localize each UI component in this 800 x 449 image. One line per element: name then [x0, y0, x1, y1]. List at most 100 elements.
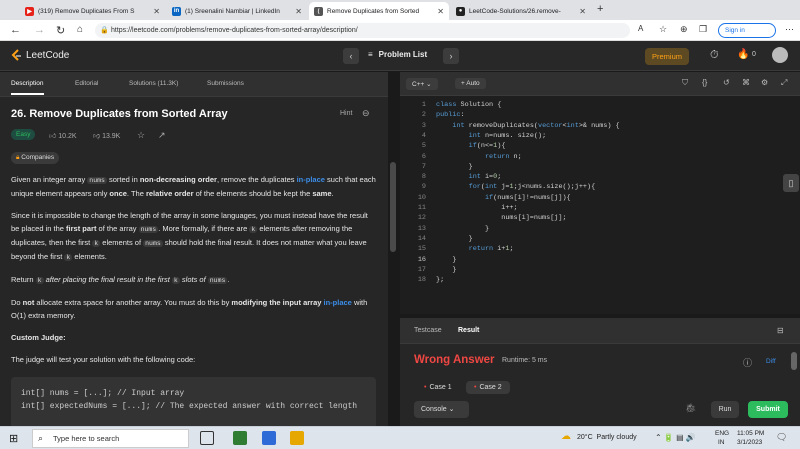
- home-icon[interactable]: ⌂: [77, 24, 83, 35]
- line-number: 16: [417, 255, 426, 264]
- console-label: Console: [421, 406, 447, 413]
- dislikes[interactable]: 👎︎ 13.9K: [93, 131, 120, 140]
- braces-icon[interactable]: {}: [702, 78, 707, 87]
- prev-problem-button[interactable]: ‹: [343, 48, 359, 64]
- scrollbar-thumb[interactable]: [390, 162, 396, 252]
- companies-label: Companies: [21, 154, 55, 161]
- close-icon[interactable]: ✕: [295, 7, 302, 16]
- premium-button[interactable]: Premium: [645, 48, 689, 65]
- reset-icon[interactable]: ↺: [723, 78, 730, 87]
- word-icon[interactable]: [262, 431, 276, 445]
- close-icon[interactable]: ✕: [153, 7, 160, 16]
- keyboard-indicator[interactable]: IN: [718, 439, 725, 446]
- weather-icon[interactable]: ☁: [561, 431, 571, 442]
- run-button[interactable]: Run: [711, 401, 739, 418]
- tab-solutions[interactable]: Solutions (11.3K): [129, 80, 178, 87]
- settings-icon[interactable]: ⚙: [761, 78, 768, 87]
- browser-tab-github[interactable]: ● LeetCode-Solutions/26.remove- ✕: [451, 2, 591, 20]
- close-icon[interactable]: ✕: [579, 7, 586, 16]
- code-line[interactable]: int removeDuplicates(vector<int>& nums) …: [436, 121, 619, 131]
- avatar[interactable]: [772, 47, 788, 63]
- problem-list-button[interactable]: ≡ Problem List: [368, 50, 427, 59]
- language-select[interactable]: C++ ⌄: [406, 78, 438, 90]
- code-line[interactable]: public:: [436, 110, 465, 120]
- extensions-icon[interactable]: ⊕: [680, 24, 688, 35]
- code-line[interactable]: return n;: [436, 152, 522, 162]
- fire-icon[interactable]: 🔥: [737, 49, 749, 60]
- taskbar-search[interactable]: ⌕ Type here to search: [32, 429, 189, 448]
- leetcode-logo[interactable]: LeetCode: [11, 49, 69, 62]
- clock-date[interactable]: 3/1/2023: [737, 439, 762, 446]
- info-icon[interactable]: ⓘ: [743, 356, 752, 369]
- collections-icon[interactable]: ❐: [699, 24, 707, 35]
- tab-result[interactable]: Result: [458, 327, 479, 334]
- code-line[interactable]: nums[i]=nums[j];: [436, 213, 566, 223]
- code-line[interactable]: class Solution {: [436, 100, 501, 110]
- read-aloud-icon[interactable]: A: [638, 24, 643, 33]
- scrollbar-thumb[interactable]: [791, 352, 797, 370]
- tab-description[interactable]: Description: [11, 80, 44, 95]
- auto-toggle[interactable]: + Auto: [455, 78, 486, 89]
- diff-toggle[interactable]: Diff: [766, 358, 776, 365]
- forward-icon[interactable]: →: [34, 24, 45, 36]
- file-explorer-icon[interactable]: [290, 431, 304, 445]
- info-icon[interactable]: ⊖: [362, 108, 370, 119]
- chevron-down-icon: ⌄: [426, 81, 432, 88]
- code-line[interactable]: for(int j=1;j<nums.size();j++){: [436, 182, 596, 192]
- code-line[interactable]: return i+1;: [436, 244, 514, 254]
- favorite-icon[interactable]: ☆: [659, 24, 667, 35]
- problem-list-label: Problem List: [378, 50, 428, 59]
- submit-button[interactable]: Submit: [748, 401, 788, 418]
- code-line[interactable]: }: [436, 224, 489, 234]
- panel-resize-handle[interactable]: [388, 72, 400, 449]
- share-icon[interactable]: ↗: [158, 130, 166, 141]
- console-button[interactable]: Console ⌄: [414, 401, 469, 418]
- collapse-icon[interactable]: ⊟: [777, 326, 784, 335]
- task-view-icon[interactable]: [200, 431, 214, 445]
- language-indicator[interactable]: ENG: [715, 430, 729, 437]
- code-line[interactable]: i++;: [436, 203, 517, 213]
- tray-icons[interactable]: ⌃ 🔋 ▤ 🔊: [655, 433, 696, 442]
- debug-icon[interactable]: 🐞︎: [685, 403, 696, 414]
- bookmark-icon[interactable]: ⛉: [682, 78, 688, 88]
- tab-testcase[interactable]: Testcase: [414, 327, 442, 334]
- next-problem-button[interactable]: ›: [443, 48, 459, 64]
- case-2-tab[interactable]: • Case 2: [466, 381, 510, 394]
- case-1-tab[interactable]: • Case 1: [416, 381, 460, 394]
- edge-icon[interactable]: [233, 431, 247, 445]
- code-line[interactable]: };: [436, 275, 444, 285]
- star-icon[interactable]: ☆: [137, 130, 145, 141]
- windows-start-icon[interactable]: ⊞: [9, 432, 18, 445]
- code-line[interactable]: }: [436, 162, 473, 172]
- code-line[interactable]: }: [436, 255, 456, 265]
- close-icon[interactable]: ✕: [437, 7, 444, 16]
- likes[interactable]: 👍︎ 10.2K: [49, 131, 77, 140]
- tab-editorial[interactable]: Editorial: [75, 80, 98, 87]
- sign-in-button[interactable]: Sign in: [718, 23, 776, 38]
- code-line[interactable]: }: [436, 265, 456, 275]
- refresh-icon[interactable]: ↻: [56, 24, 65, 37]
- code-line[interactable]: int n=nums. size();: [436, 131, 547, 141]
- browser-tab-linkedin[interactable]: in (1) Sreenalini Nambiar | LinkedIn ✕: [167, 2, 307, 20]
- browser-tab-leetcode[interactable]: ⟨ Remove Duplicates from Sorted ✕: [309, 2, 449, 20]
- new-tab-icon[interactable]: +: [597, 3, 603, 15]
- leetcode-header: LeetCode ‹ ≡ Problem List › Premium ⏱ 🔥 0: [0, 41, 800, 71]
- more-icon[interactable]: ⋯: [785, 24, 794, 35]
- shortcut-icon[interactable]: ⌘: [742, 78, 750, 87]
- timer-icon[interactable]: ⏱: [710, 49, 719, 62]
- companies-tag[interactable]: 🔒︎ Companies: [11, 152, 60, 164]
- notification-center-icon[interactable]: 🗨: [776, 432, 787, 443]
- back-icon[interactable]: ←: [10, 24, 21, 36]
- weather-text[interactable]: 20°C Partly cloudy: [577, 434, 637, 441]
- url-field[interactable]: 🔒 https://leetcode.com/problems/remove-d…: [95, 23, 630, 38]
- tab-submissions[interactable]: Submissions: [207, 80, 244, 87]
- browser-tab-youtube[interactable]: ▶ (319) Remove Duplicates From S ✕: [20, 2, 165, 20]
- code-line[interactable]: }: [436, 234, 473, 244]
- code-line[interactable]: int i=0;: [436, 172, 502, 182]
- fullscreen-icon[interactable]: ⤢: [781, 78, 787, 88]
- clock-time[interactable]: 11:05 PM: [737, 430, 764, 437]
- code-line[interactable]: if(n<=1){: [436, 141, 506, 151]
- hint-button[interactable]: Hint: [340, 110, 352, 117]
- notes-icon[interactable]: ▯: [783, 174, 799, 192]
- code-line[interactable]: if(nums[i]!=nums[j]){: [436, 193, 571, 203]
